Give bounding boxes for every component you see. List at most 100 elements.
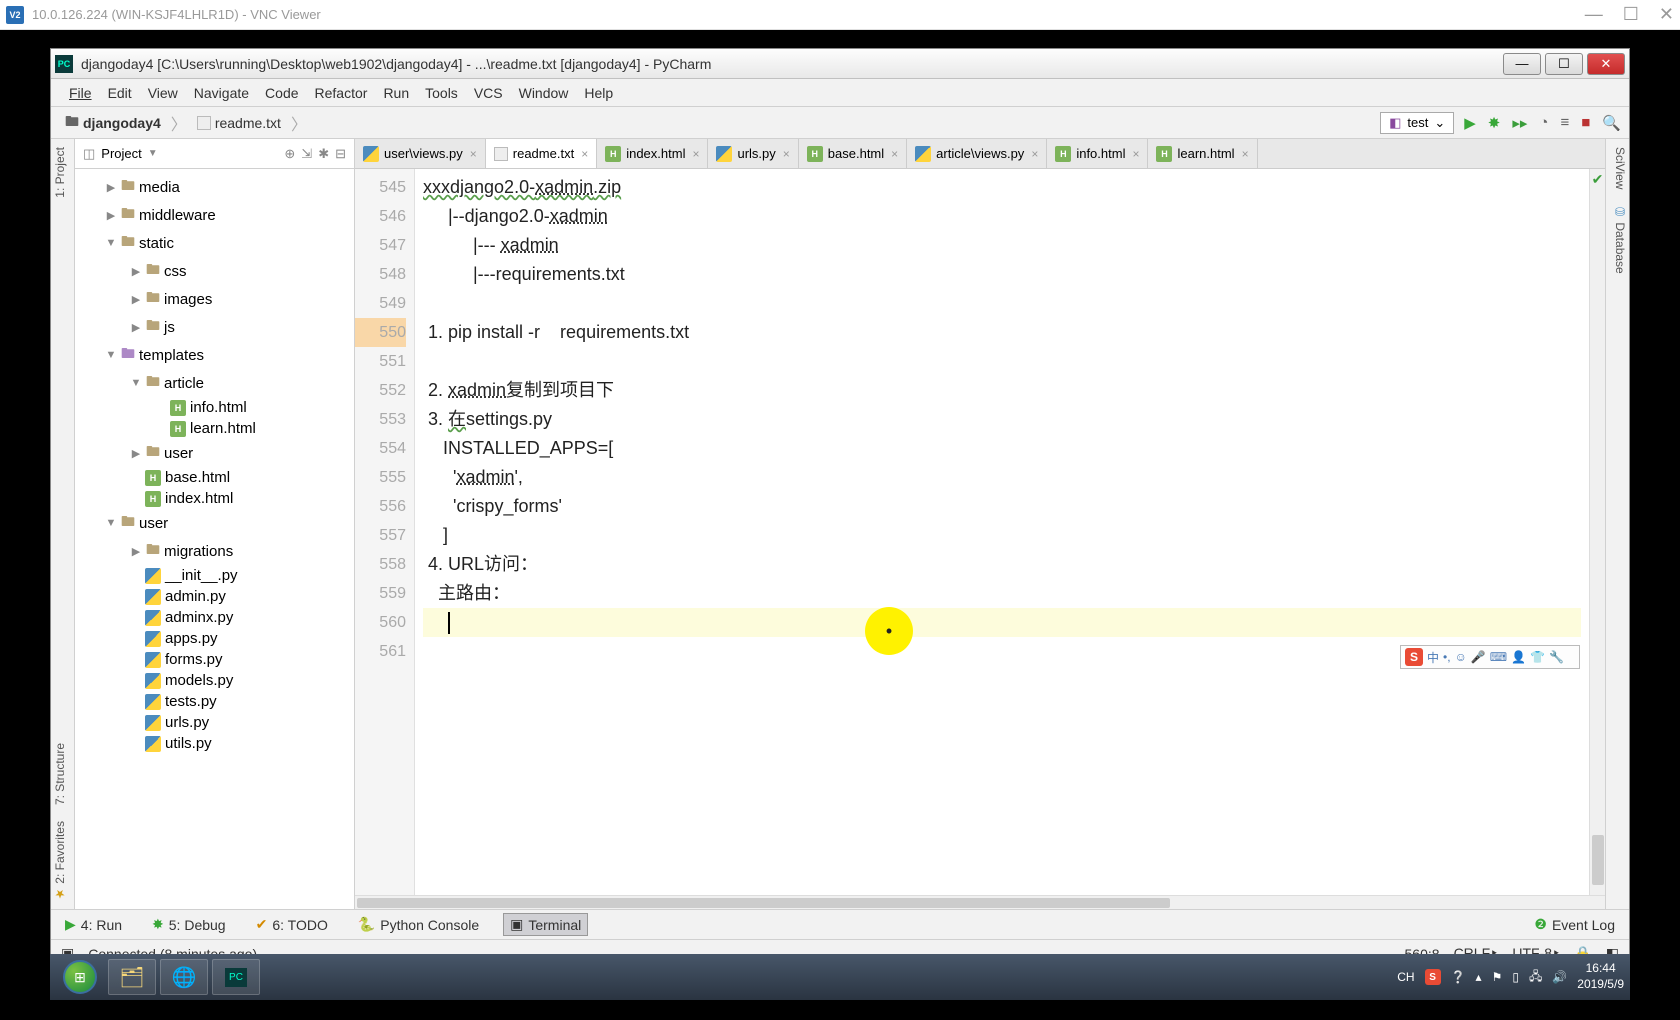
vertical-scrollbar[interactable]: ✔ [1589, 169, 1605, 895]
tree-static[interactable]: ▼🖿static [75, 229, 354, 257]
ime-emoji-icon[interactable]: ☺ [1455, 650, 1467, 664]
project-tree[interactable]: ▶🖿media ▶🖿middleware ▼🖿static ▶🖿css ▶🖿im… [75, 169, 354, 909]
run-with-coverage-button[interactable]: ▸▸ [1512, 114, 1527, 132]
tree-middleware[interactable]: ▶🖿middleware [75, 201, 354, 229]
tray-volume-icon[interactable]: 🔊 [1552, 970, 1567, 984]
start-menu-button[interactable]: ⊞ [56, 957, 104, 997]
tab-user-views[interactable]: user\views.py× [355, 139, 486, 168]
menu-view[interactable]: View [140, 85, 186, 101]
menu-navigate[interactable]: Navigate [186, 85, 257, 101]
tree-adminx-py[interactable]: adminx.py [75, 607, 354, 628]
close-icon[interactable]: × [692, 147, 699, 161]
tray-help-icon[interactable]: ❔ [1451, 970, 1466, 984]
tree-models-py[interactable]: models.py [75, 670, 354, 691]
tab-urls-py[interactable]: urls.py× [708, 139, 798, 168]
tree-info-html[interactable]: Hinfo.html [75, 397, 354, 418]
breadcrumb-project[interactable]: 🖿 djangoday4 [59, 109, 167, 137]
concurrency-button[interactable]: ≡ [1560, 114, 1569, 131]
menu-code[interactable]: Code [257, 85, 306, 101]
ime-keyboard-icon[interactable]: ⌨ [1490, 650, 1507, 664]
horizontal-scrollbar[interactable] [355, 895, 1605, 909]
ime-tool-icon[interactable]: 🔧 [1549, 650, 1564, 664]
tab-readme[interactable]: readme.txt× [486, 139, 597, 168]
ime-lang-label[interactable]: 中 [1427, 649, 1439, 666]
tool-event-log-tab[interactable]: ❷Event Log [1528, 914, 1621, 935]
tree-js[interactable]: ▶🖿js [75, 313, 354, 341]
tree-media[interactable]: ▶🖿media [75, 173, 354, 201]
tool-debug-tab[interactable]: ✸5: Debug [146, 914, 232, 935]
editor-body[interactable]: 545 546 547 548 549 550 551 552 553 554 … [355, 169, 1605, 895]
taskbar-app-pycharm[interactable]: PC [212, 959, 260, 995]
close-icon[interactable]: × [1031, 147, 1038, 161]
close-icon[interactable]: × [1242, 147, 1249, 161]
tray-clock[interactable]: 16:44 2019/5/9 [1577, 961, 1624, 992]
tree-index-html[interactable]: Hindex.html [75, 488, 354, 509]
locate-icon[interactable]: ⊕ [284, 146, 295, 162]
tree-admin-py[interactable]: admin.py [75, 586, 354, 607]
tray-sogou-icon[interactable]: S [1425, 969, 1441, 985]
debug-button[interactable]: ✸ [1488, 114, 1501, 132]
tree-migrations[interactable]: ▶🖿migrations [75, 537, 354, 565]
breadcrumb-file[interactable]: readme.txt [191, 113, 287, 133]
menu-edit[interactable]: Edit [100, 85, 140, 101]
window-maximize-button[interactable]: ☐ [1545, 53, 1583, 75]
menu-refactor[interactable]: Refactor [307, 85, 376, 101]
tray-network-icon[interactable]: 🖧 [1529, 967, 1542, 988]
tree-base-html[interactable]: Hbase.html [75, 467, 354, 488]
close-icon[interactable]: × [783, 147, 790, 161]
run-button[interactable]: ▶ [1464, 114, 1476, 132]
tool-run-tab[interactable]: ▶4: Run [59, 914, 128, 935]
menu-vcs[interactable]: VCS [466, 85, 511, 101]
taskbar-app-explorer[interactable]: 🗂 [108, 959, 156, 995]
tree-utils-py[interactable]: utils.py [75, 733, 354, 754]
tree-tests-py[interactable]: tests.py [75, 691, 354, 712]
window-minimize-button[interactable]: — [1503, 53, 1541, 75]
tree-css[interactable]: ▶🖿css [75, 257, 354, 285]
ime-voice-icon[interactable]: 🎤 [1471, 650, 1486, 664]
taskbar-app-chrome[interactable]: 🌐 [160, 959, 208, 995]
tab-base-html[interactable]: Hbase.html× [799, 139, 907, 168]
dropdown-icon[interactable]: ▼ [148, 148, 158, 159]
tab-info-html[interactable]: Hinfo.html× [1047, 139, 1148, 168]
tool-database-tab[interactable]: ⛁ Database [1606, 197, 1629, 282]
tool-sciview-tab[interactable]: SciView [1606, 139, 1629, 197]
ime-toolbar[interactable]: S 中 •, ☺ 🎤 ⌨ 👤 👕 🔧 [1400, 645, 1580, 669]
tree-init-py[interactable]: __init__.py [75, 565, 354, 586]
hide-icon[interactable]: ⊟ [335, 146, 346, 162]
close-icon[interactable]: × [891, 147, 898, 161]
window-close-button[interactable]: ✕ [1587, 53, 1625, 75]
tree-user-app[interactable]: ▼🖿user [75, 509, 354, 537]
tree-article[interactable]: ▼🖿article [75, 369, 354, 397]
tree-learn-html[interactable]: Hlearn.html [75, 418, 354, 439]
collapse-icon[interactable]: ⇲ [301, 146, 312, 162]
search-everywhere-button[interactable]: 🔍 [1602, 114, 1621, 132]
close-icon[interactable]: × [581, 147, 588, 161]
tree-urls-py[interactable]: urls.py [75, 712, 354, 733]
tab-article-views[interactable]: article\views.py× [907, 139, 1047, 168]
tray-expand-icon[interactable]: ▴ [1476, 970, 1482, 984]
tree-apps-py[interactable]: apps.py [75, 628, 354, 649]
tree-templates[interactable]: ▼🖿templates [75, 341, 354, 369]
menu-file[interactable]: File [61, 85, 100, 101]
settings-icon[interactable]: ✱ [318, 146, 329, 162]
ime-user-icon[interactable]: 👤 [1511, 650, 1526, 664]
tool-project-tab[interactable]: 1: Project [51, 139, 74, 206]
stop-button[interactable]: ■ [1581, 114, 1590, 131]
tray-battery-icon[interactable]: ▯ [1512, 970, 1519, 984]
menu-tools[interactable]: Tools [417, 85, 466, 101]
profile-button[interactable]: ◔ [1539, 114, 1548, 131]
tray-lang-indicator[interactable]: CH [1397, 970, 1414, 984]
tree-images[interactable]: ▶🖿images [75, 285, 354, 313]
ime-punct-icon[interactable]: •, [1443, 650, 1451, 664]
close-icon[interactable]: × [470, 147, 477, 161]
close-icon[interactable]: × [1132, 147, 1139, 161]
menu-window[interactable]: Window [511, 85, 577, 101]
run-config-selector[interactable]: ◧ test ⌄ [1380, 112, 1454, 134]
vnc-maximize-button[interactable]: ☐ [1623, 4, 1639, 25]
tree-forms-py[interactable]: forms.py [75, 649, 354, 670]
tab-index-html[interactable]: Hindex.html× [597, 139, 708, 168]
menu-help[interactable]: Help [576, 85, 621, 101]
menu-run[interactable]: Run [375, 85, 417, 101]
tool-python-console-tab[interactable]: 🐍Python Console [352, 914, 485, 935]
code-content[interactable]: xxxdjango2.0-xadmin.zip |--django2.0-xad… [415, 169, 1589, 895]
